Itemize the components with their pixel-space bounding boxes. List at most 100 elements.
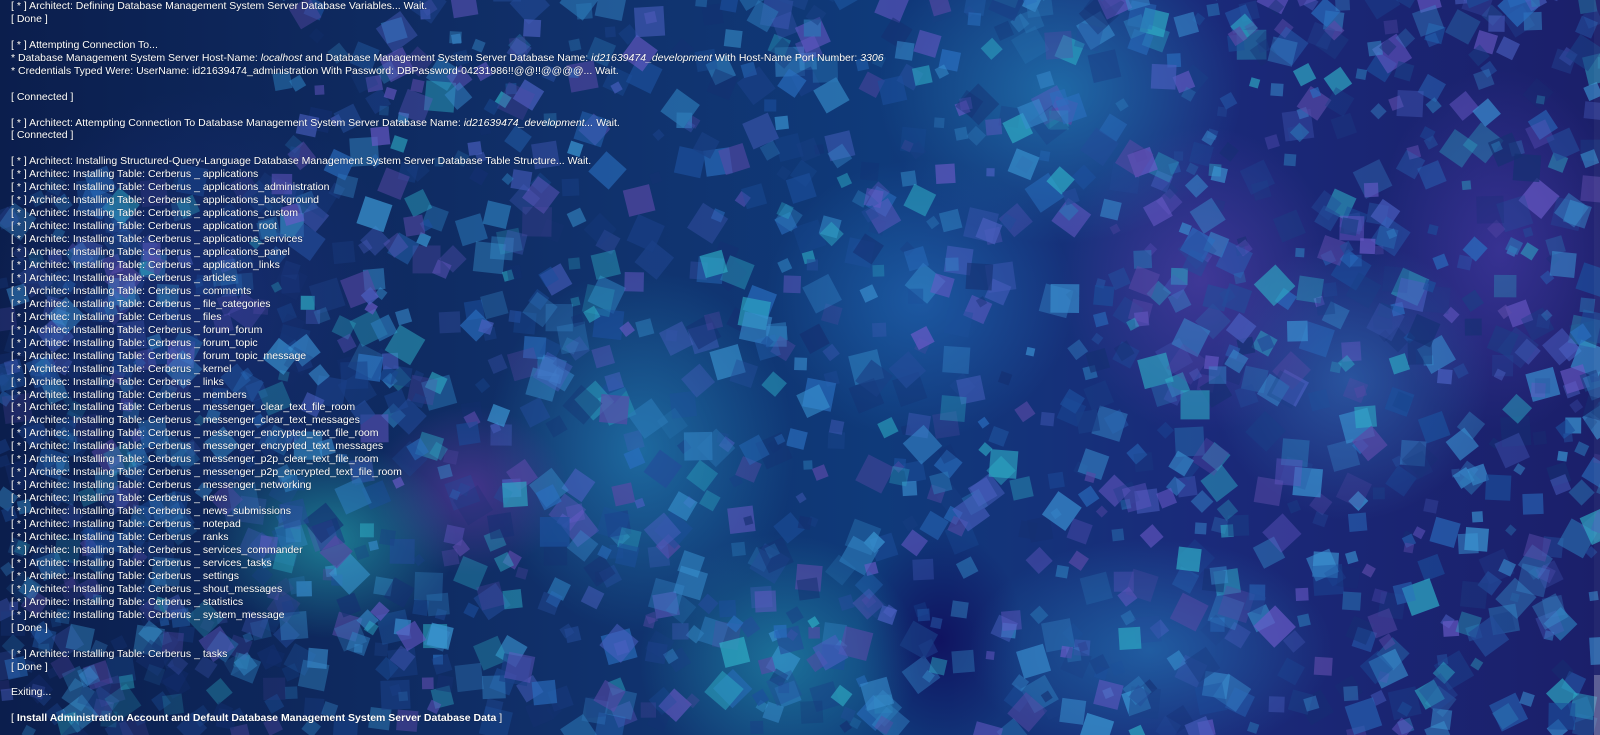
- console-output: [ * ] Architect: Defining Database Manag…: [11, 0, 1551, 725]
- table-install-prefix: [ * ] Architec: Installing Table: Cerber…: [11, 518, 203, 531]
- table-install-line: [ * ] Architec: Installing Table: Cerber…: [11, 531, 1551, 544]
- table-install-line: [ * ] Architec: Installing Table: Cerber…: [11, 233, 1551, 246]
- table-name: notepad: [202, 518, 241, 531]
- table-install-list: [ * ] Architec: Installing Table: Cerber…: [11, 168, 1551, 621]
- table-install-prefix: [ * ] Architec: Installing Table: Cerber…: [11, 401, 203, 414]
- table-install-line: [ * ] Architec: Installing Table: Cerber…: [11, 505, 1551, 518]
- table-install-line: [ * ] Architec: Installing Table: Cerber…: [11, 389, 1551, 402]
- table-name: application_links: [202, 259, 280, 271]
- table-install-prefix: [ * ] Architec: Installing Table: Cerber…: [11, 492, 203, 505]
- table-install-line: [ * ] Architec: Installing Table: Cerber…: [11, 363, 1551, 376]
- table-install-line: [ * ] Architec: Installing Table: Cerber…: [11, 401, 1551, 414]
- table-name: ranks: [202, 531, 229, 544]
- table-install-prefix: [ * ] Architec: Installing Table: Cerber…: [11, 246, 203, 259]
- connection-host-line: * Database Management System Server Host…: [11, 52, 1551, 65]
- table-install-prefix: [ * ] Architec: Installing Table: Cerber…: [11, 427, 203, 440]
- table-install-line: [ * ] Architec: Installing Table: Cerber…: [11, 609, 1551, 622]
- table-install-prefix: [ * ] Architec: Installing Table: Cerber…: [11, 284, 203, 297]
- table-install-line: [ * ] Architec: Installing Table: Cerber…: [11, 570, 1551, 583]
- table-install-prefix: [ * ] Architec: Installing Table: Cerber…: [11, 297, 203, 310]
- table-install-prefix: [ * ] Architec: Installing Table: Cerber…: [11, 505, 203, 518]
- bracket-close: ]: [496, 712, 503, 725]
- db-connection-suffix: Wait.: [593, 116, 620, 129]
- table-install-line: [ * ] Architec: Installing Table: Cerber…: [11, 311, 1551, 324]
- console-line: [ * ] Architect: Defining Database Manag…: [11, 0, 428, 12]
- table-install-prefix: [ * ] Architec: Installing Table: Cerber…: [11, 531, 203, 544]
- table-install-prefix: [ * ] Architec: Installing Table: Cerber…: [11, 207, 203, 220]
- credentials-line: * Credentials Typed Were: UserName: id21…: [11, 64, 619, 77]
- table-install-prefix: [ * ] Architec: Installing Table: Cerber…: [11, 388, 203, 401]
- table-install-line: [ * ] Architec: Installing Table: Cerber…: [11, 298, 1551, 311]
- table-name: articles: [202, 271, 237, 284]
- vertical-scrollbar[interactable]: [1594, 0, 1600, 735]
- table-install-line: [ * ] Architec: Installing Table: Cerber…: [11, 194, 1551, 207]
- scrollbar-thumb[interactable]: [1594, 675, 1600, 735]
- done-status: [ Done ]: [11, 660, 48, 673]
- table-install-prefix: [ * ] Architec: Installing Table: Cerber…: [11, 453, 203, 466]
- table-install-prefix: [ * ] Architec: Installing Table: Cerber…: [11, 466, 203, 479]
- db-connection-value: id21639474_development...: [463, 116, 594, 129]
- install-admin-link[interactable]: Install Administration Account and Defau…: [17, 712, 496, 724]
- table-name: news: [202, 492, 228, 505]
- console-line: [ Done ]: [11, 12, 48, 25]
- tasks-install-line: [ * ] Architec: Installing Table: Cerber…: [11, 647, 228, 660]
- table-name: settings: [202, 569, 240, 582]
- table-name: messenger_networking: [202, 479, 312, 492]
- table-install-line: [ * ] Architec: Installing Table: Cerber…: [11, 440, 1551, 453]
- table-name: messenger_encrypted_text_messages: [202, 440, 384, 453]
- table-install-prefix: [ * ] Architec: Installing Table: Cerber…: [11, 375, 203, 388]
- table-install-line: [ * ] Architec: Installing Table: Cerber…: [11, 337, 1551, 350]
- table-name: forum_topic: [202, 336, 258, 349]
- db-prefix: and Database Management System Server Da…: [302, 51, 592, 64]
- table-name: system_message: [202, 608, 285, 621]
- table-name: services_commander: [202, 543, 303, 556]
- connected-status: [ Connected ]: [11, 90, 74, 103]
- table-install-prefix: [ * ] Architec: Installing Table: Cerber…: [11, 233, 203, 246]
- port-prefix: With Host-Name Port Number:: [712, 51, 861, 64]
- table-name: services_tasks: [202, 556, 272, 569]
- table-install-line: [ * ] Architec: Installing Table: Cerber…: [11, 324, 1551, 337]
- table-name: statistics: [202, 595, 244, 608]
- table-install-prefix: [ * ] Architec: Installing Table: Cerber…: [11, 168, 203, 181]
- exiting-line: Exiting...: [11, 686, 52, 699]
- table-name: shout_messages: [202, 582, 283, 595]
- table-name: files: [202, 310, 222, 323]
- connection-attempt-line: [ * ] Attempting Connection To...: [11, 38, 158, 51]
- table-install-line: [ * ] Architec: Installing Table: Cerber…: [11, 285, 1551, 298]
- table-install-line: [ * ] Architec: Installing Table: Cerber…: [11, 350, 1551, 363]
- table-name: application_root: [202, 220, 277, 233]
- table-name: links: [202, 375, 224, 388]
- install-header-line: [ * ] Architect: Installing Structured-Q…: [11, 155, 592, 168]
- table-name: messenger_p2p_clear_text_file_room: [202, 453, 379, 466]
- table-install-line: [ * ] Architec: Installing Table: Cerber…: [11, 492, 1551, 505]
- table-name: forum_forum: [202, 323, 263, 336]
- port-value: 3306: [860, 51, 884, 64]
- table-name: comments: [202, 284, 252, 297]
- table-install-line: [ * ] Architec: Installing Table: Cerber…: [11, 181, 1551, 194]
- table-install-line: [ * ] Architec: Installing Table: Cerber…: [11, 272, 1551, 285]
- table-install-prefix: [ * ] Architec: Installing Table: Cerber…: [11, 336, 203, 349]
- table-name: messenger_clear_text_messages: [202, 414, 360, 427]
- table-install-line: [ * ] Architec: Installing Table: Cerber…: [11, 259, 1551, 272]
- table-install-prefix: [ * ] Architec: Installing Table: Cerber…: [11, 271, 203, 284]
- table-install-prefix: [ * ] Architec: Installing Table: Cerber…: [11, 194, 203, 207]
- host-value: localhost: [260, 51, 303, 64]
- table-install-line: [ * ] Architec: Installing Table: Cerber…: [11, 414, 1551, 427]
- table-install-prefix: [ * ] Architec: Installing Table: Cerber…: [11, 440, 203, 453]
- table-install-prefix: [ * ] Architec: Installing Table: Cerber…: [11, 259, 203, 271]
- table-install-prefix: [ * ] Architec: Installing Table: Cerber…: [11, 543, 203, 556]
- table-name: file_categories: [202, 297, 271, 310]
- table-name: applications_custom: [202, 207, 298, 220]
- table-install-line: [ * ] Architec: Installing Table: Cerber…: [11, 453, 1551, 466]
- table-install-prefix: [ * ] Architec: Installing Table: Cerber…: [11, 582, 203, 595]
- table-install-prefix: [ * ] Architec: Installing Table: Cerber…: [11, 349, 203, 362]
- table-install-line: [ * ] Architec: Installing Table: Cerber…: [11, 479, 1551, 492]
- table-name: forum_topic_message: [202, 349, 307, 362]
